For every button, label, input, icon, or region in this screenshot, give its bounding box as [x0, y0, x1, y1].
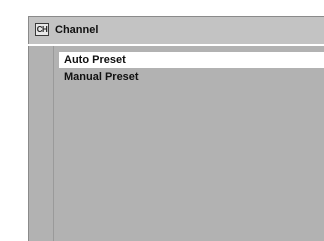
menu-header: CH Channel [28, 16, 324, 44]
menu-item-manual-preset[interactable]: Manual Preset [59, 69, 324, 85]
menu-item-auto-preset[interactable]: Auto Preset [59, 52, 324, 68]
menu-title: Channel [55, 24, 99, 36]
menu-panel: Auto Preset Manual Preset [28, 46, 324, 241]
channel-menu-screen: CH Channel Auto Preset Manual Preset [28, 16, 324, 241]
panel-divider [53, 46, 54, 241]
channel-icon: CH [35, 23, 49, 36]
